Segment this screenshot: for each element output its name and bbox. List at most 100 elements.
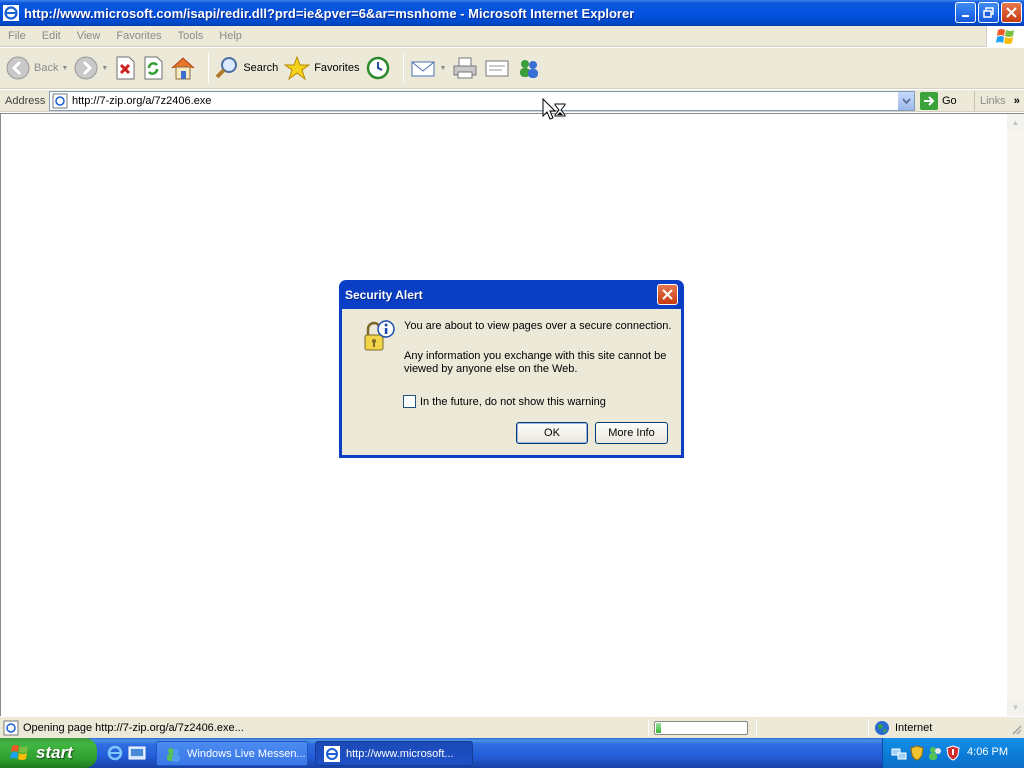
menu-view[interactable]: View xyxy=(69,30,109,42)
security-zone[interactable]: Internet xyxy=(874,720,932,736)
back-arrow-icon xyxy=(6,56,30,80)
dialog-title: Security Alert xyxy=(345,287,423,302)
forward-arrow-icon xyxy=(74,56,98,80)
network-icon[interactable] xyxy=(891,745,907,761)
address-dropdown-button[interactable] xyxy=(897,92,914,110)
windows-logo-throbber xyxy=(986,26,1024,47)
ok-button[interactable]: OK xyxy=(516,422,588,444)
back-button[interactable]: Back ▼ xyxy=(6,51,68,85)
go-button[interactable]: Go xyxy=(920,91,957,111)
close-icon xyxy=(662,289,673,300)
windows-flag-icon xyxy=(10,745,28,760)
menu-edit[interactable]: Edit xyxy=(34,30,69,42)
dialog-message-info-exchange: Any information you exchange with this s… xyxy=(404,350,667,375)
restore-button[interactable] xyxy=(978,2,999,23)
more-info-button[interactable]: More Info xyxy=(595,422,668,444)
minimize-button[interactable] xyxy=(955,2,976,23)
messenger-button[interactable] xyxy=(516,51,542,85)
back-label: Back xyxy=(34,62,59,74)
close-window-button[interactable] xyxy=(1001,2,1022,23)
restore-icon xyxy=(983,7,994,18)
dialog-close-button[interactable] xyxy=(657,284,678,305)
toolbar-separator xyxy=(403,53,405,83)
messenger-icon xyxy=(520,60,539,78)
history-button[interactable] xyxy=(365,51,391,85)
taskbar-item-label: Windows Live Messen... xyxy=(187,747,306,760)
status-separator xyxy=(648,719,649,737)
menu-tools[interactable]: Tools xyxy=(170,30,212,42)
taskbar-item-messenger[interactable]: Windows Live Messen... xyxy=(156,741,308,766)
chevron-down-icon xyxy=(901,98,911,104)
close-icon xyxy=(1006,7,1017,18)
dialog-message-secure-connection: You are about to view pages over a secur… xyxy=(404,320,672,332)
globe-icon xyxy=(875,721,889,735)
menu-bar: File Edit View Favorites Tools Help xyxy=(0,26,1024,47)
taskbar: start Windows Live Messen... http://www.… xyxy=(0,738,1024,768)
edit-page-icon xyxy=(485,60,509,77)
vertical-scrollbar[interactable]: ▲ ▼ xyxy=(1007,114,1024,716)
taskbar-item-internet-explorer[interactable]: http://www.microsoft... xyxy=(315,741,473,766)
page-loading-icon xyxy=(3,720,19,735)
stop-icon xyxy=(116,56,135,80)
forward-button[interactable]: ▼ xyxy=(74,51,108,85)
address-bar: Address http://7-zip.org/a/7z2406.exe Go… xyxy=(0,90,1024,112)
go-label: Go xyxy=(942,95,957,107)
messenger-tray-icon[interactable] xyxy=(927,745,943,761)
dialog-body: You are about to view pages over a secur… xyxy=(342,309,681,455)
progress-fill xyxy=(656,723,662,733)
refresh-button[interactable] xyxy=(142,51,164,85)
internet-explorer-icon xyxy=(3,5,19,21)
search-icon xyxy=(215,57,238,79)
favorites-star-icon xyxy=(284,56,311,80)
toolbar-separator xyxy=(208,53,210,83)
quick-launch-ie-icon[interactable] xyxy=(106,744,124,762)
chevron-right-icon[interactable]: » xyxy=(1014,95,1020,107)
security-alert-dialog: Security Alert You are about to view pag… xyxy=(339,280,684,458)
page-icon xyxy=(52,93,68,109)
messenger-icon xyxy=(167,747,180,762)
resize-grip-icon[interactable] xyxy=(1010,723,1022,735)
security-alert-shield-icon[interactable] xyxy=(945,745,961,761)
links-toolbar[interactable]: Links » xyxy=(974,91,1020,111)
stop-button[interactable] xyxy=(114,51,136,85)
lock-info-icon xyxy=(364,320,395,351)
favorites-button[interactable]: Favorites xyxy=(284,51,359,85)
address-url: http://7-zip.org/a/7z2406.exe xyxy=(72,95,212,107)
edit-button[interactable] xyxy=(484,51,510,85)
system-tray: 4:06 PM xyxy=(882,738,1024,768)
home-button[interactable] xyxy=(170,51,196,85)
start-label: start xyxy=(36,743,73,762)
loading-progress-bar xyxy=(654,721,748,735)
dont-show-warning-option[interactable]: In the future, do not show this warning xyxy=(403,395,606,408)
mail-dropdown-icon[interactable]: ▼ xyxy=(439,65,446,72)
links-label: Links xyxy=(980,95,1006,107)
menu-favorites[interactable]: Favorites xyxy=(108,30,169,42)
scroll-up-arrow-icon[interactable]: ▲ xyxy=(1007,114,1024,131)
search-label: Search xyxy=(243,62,279,74)
security-shield-icon[interactable] xyxy=(909,745,925,761)
start-button[interactable]: start xyxy=(0,738,97,768)
window-title-bar[interactable]: http://www.microsoft.com/isapi/redir.dll… xyxy=(0,0,1024,26)
taskbar-item-label: http://www.microsoft... xyxy=(346,747,454,760)
menu-help[interactable]: Help xyxy=(211,30,250,42)
print-button[interactable] xyxy=(452,51,478,85)
scroll-down-arrow-icon[interactable]: ▼ xyxy=(1007,699,1024,716)
windows-flag-icon xyxy=(995,28,1014,44)
status-text: Opening page http://7-zip.org/a/7z2406.e… xyxy=(23,721,244,734)
dont-show-warning-label[interactable]: In the future, do not show this warning xyxy=(420,396,606,408)
printer-icon xyxy=(453,57,477,79)
dialog-title-bar[interactable]: Security Alert xyxy=(342,280,681,309)
history-icon xyxy=(367,56,390,80)
home-icon xyxy=(172,57,195,80)
menu-file[interactable]: File xyxy=(0,30,34,42)
dont-show-warning-checkbox[interactable] xyxy=(403,395,416,408)
address-input[interactable]: http://7-zip.org/a/7z2406.exe xyxy=(49,91,915,111)
window-title: http://www.microsoft.com/isapi/redir.dll… xyxy=(24,5,635,21)
forward-dropdown-icon[interactable]: ▼ xyxy=(101,65,108,72)
search-button[interactable]: Search xyxy=(215,51,278,85)
quick-launch-show-desktop-icon[interactable] xyxy=(128,744,146,762)
back-dropdown-icon[interactable]: ▼ xyxy=(61,65,68,72)
mail-button[interactable]: ▼ xyxy=(410,51,446,85)
status-bar: Opening page http://7-zip.org/a/7z2406.e… xyxy=(0,716,1024,738)
clock: 4:06 PM xyxy=(967,746,1008,758)
